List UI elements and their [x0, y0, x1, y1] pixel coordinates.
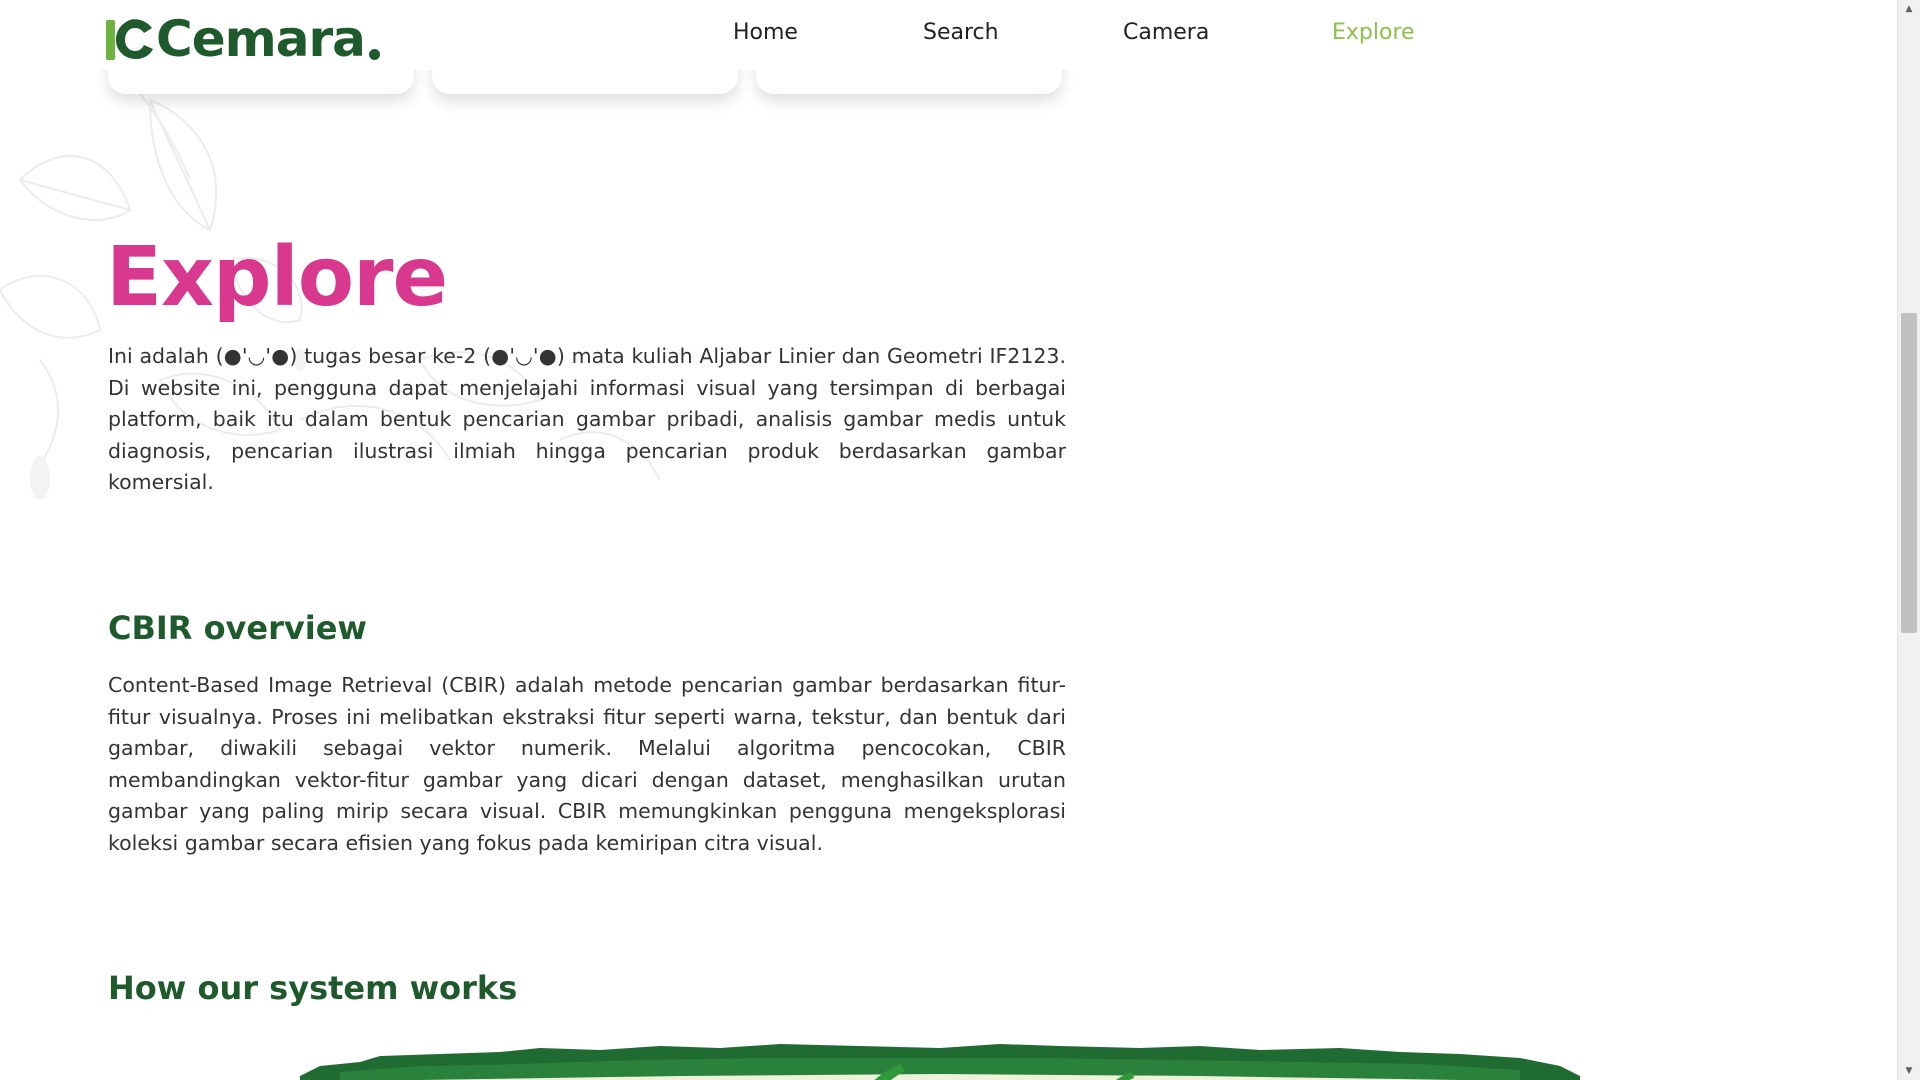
intro-paragraph: Ini adalah (●'◡'●) tugas besar ke-2 (●'◡… — [108, 344, 1066, 494]
how-system-works-heading: How our system works — [108, 969, 518, 1007]
scroll-up-arrow-icon[interactable]: ▲ — [1898, 0, 1920, 18]
logo-dot — [368, 49, 380, 60]
nav-camera-link[interactable]: Camera — [1123, 20, 1209, 45]
navbar: Cemara Home Search Camera Explore — [0, 0, 1898, 70]
nav-home-link[interactable]: Home — [733, 20, 798, 45]
page: Cemara Home Search Camera Explore Explor… — [0, 0, 1920, 1080]
logo-mark-icon — [106, 19, 153, 60]
page-title: Explore — [106, 230, 448, 325]
cbir-overview-heading: CBIR overview — [108, 609, 367, 647]
cbir-paragraph: Content-Based Image Retrieval (CBIR) ada… — [108, 673, 1066, 855]
scroll-thumb[interactable] — [1901, 313, 1917, 633]
nav-explore-link[interactable]: Explore — [1332, 20, 1415, 45]
brush-banner-image — [300, 1044, 1580, 1080]
logo[interactable]: Cemara — [106, 10, 380, 68]
scroll-down-arrow-icon[interactable]: ▼ — [1898, 1062, 1920, 1080]
page-scrollbar[interactable]: ▲ ▼ — [1897, 0, 1920, 1080]
nav-search-link[interactable]: Search — [923, 20, 999, 45]
logo-text: Cemara — [156, 10, 366, 68]
